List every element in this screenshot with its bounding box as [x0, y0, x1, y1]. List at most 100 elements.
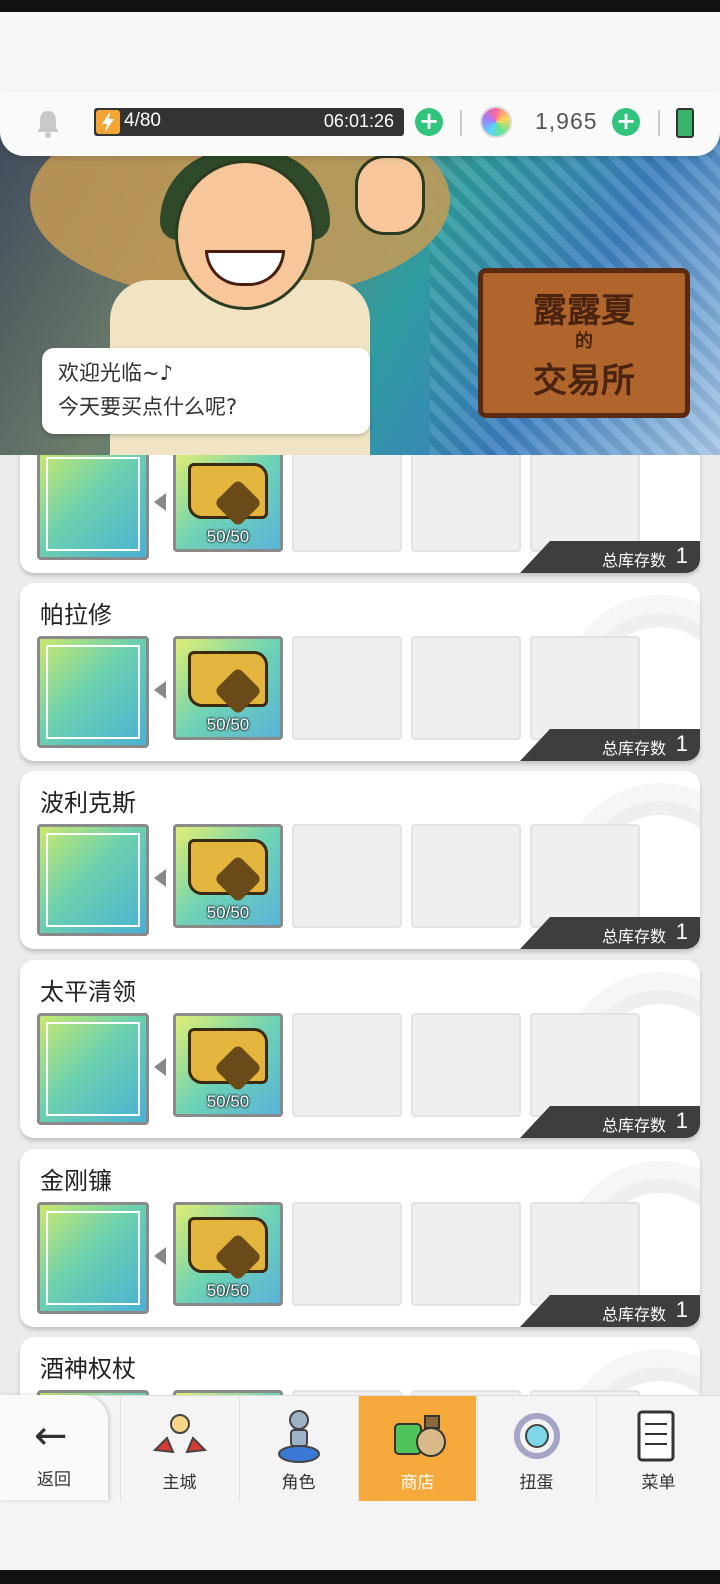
back-button[interactable]: ← 返回 [0, 1395, 108, 1500]
divider [460, 110, 462, 136]
stock-count: 1 [675, 1108, 688, 1133]
material-slot[interactable]: 50/50 [173, 455, 283, 552]
material-slot[interactable]: 50/50 [173, 1013, 283, 1117]
nav-shop[interactable]: 商店 [358, 1396, 476, 1501]
halberd-item-icon[interactable] [37, 636, 149, 748]
speech-line-1: 欢迎光临~♪ [58, 361, 173, 385]
add-gems-button[interactable]: + [612, 108, 640, 136]
gauntlet-item-icon[interactable] [37, 824, 149, 936]
empty-material-slot [411, 636, 521, 740]
resource-bar: 4/80 06:01:26 + 1,965 + [0, 92, 720, 156]
list-item[interactable]: 帕拉修 50/50 总库存数 1 [20, 583, 700, 761]
gem-count: 1,965 [535, 108, 598, 134]
material-count: 50/50 [206, 903, 250, 922]
stock-label: 总库存数 [601, 1116, 666, 1135]
arrow-left-icon [154, 1058, 166, 1076]
nav-label: 扭蛋 [519, 1473, 554, 1493]
nav-label: 菜单 [641, 1473, 676, 1493]
battery-icon [676, 108, 694, 138]
screen: 露露夏 的 交易所 欢迎光临~♪ 今天要买点什么呢? 4/80 06:01:26… [0, 0, 720, 1584]
scythe-item-icon[interactable] [37, 1202, 149, 1314]
scroll-item-icon[interactable] [37, 1013, 149, 1125]
add-energy-button[interactable]: + [415, 108, 443, 136]
sign-title-middle: 的 [575, 331, 593, 352]
system-status-strip [0, 0, 720, 12]
character-face [175, 160, 315, 310]
stock-count: 1 [675, 731, 688, 756]
stock-bar: 总库存数 1 [520, 541, 700, 573]
empty-material-slot [530, 824, 640, 928]
scroll-icon [188, 651, 268, 716]
list-item[interactable]: 金刚镰 50/50 总库存数 1 [20, 1149, 700, 1327]
nav-label: 主城 [162, 1473, 197, 1493]
character-waving-hand [355, 155, 425, 235]
stock-label: 总库存数 [601, 927, 666, 946]
nav-label: 角色 [281, 1473, 316, 1493]
castle-icon [152, 1414, 208, 1454]
character-icon [278, 1410, 320, 1463]
list-item[interactable]: 太平清领 50/50 总库存数 1 [20, 960, 700, 1138]
empty-material-slot [530, 455, 640, 552]
menu-list-icon [637, 1410, 675, 1462]
empty-material-slot [292, 455, 402, 552]
stock-bar: 总库存数 1 [520, 729, 700, 761]
bell-icon[interactable] [34, 108, 62, 138]
lightning-icon [96, 110, 120, 134]
item-name: 酒神权杖 [40, 1355, 136, 1383]
scroll-icon [188, 463, 268, 528]
empty-material-slot [411, 824, 521, 928]
material-count: 50/50 [206, 1092, 250, 1111]
nav-label: 商店 [400, 1473, 435, 1493]
crossbow-item-icon[interactable] [37, 455, 149, 560]
arrow-left-icon [154, 1247, 166, 1265]
speech-line-2: 今天要买点什么呢? [58, 395, 238, 419]
stock-label: 总库存数 [601, 739, 666, 758]
back-label: 返回 [37, 1470, 71, 1490]
empty-material-slot [292, 636, 402, 740]
empty-material-slot [292, 824, 402, 928]
list-item[interactable]: 酒神权杖 [20, 1337, 700, 1395]
gacha-icon [514, 1413, 560, 1459]
nav-main-city[interactable]: 主城 [120, 1396, 238, 1501]
nav-menu[interactable]: 菜单 [596, 1396, 720, 1501]
stock-count: 1 [675, 543, 688, 568]
exchange-item-list[interactable]: 50/50 总库存数 1 帕拉修 50/50 总库存数 1 波利克斯 50/50… [0, 455, 720, 1395]
nav-gacha[interactable]: 扭蛋 [477, 1396, 595, 1501]
sign-title-bottom: 交易所 [533, 361, 635, 401]
arrow-left-icon [154, 681, 166, 699]
arrow-left-icon: ← [34, 1413, 68, 1459]
energy-meter: 4/80 06:01:26 [94, 108, 404, 136]
material-count: 50/50 [206, 715, 250, 734]
stock-bar: 总库存数 1 [520, 917, 700, 949]
gem-icon [480, 106, 512, 138]
stock-label: 总库存数 [601, 551, 666, 570]
stock-count: 1 [675, 1297, 688, 1322]
bottom-safe-area [0, 1500, 720, 1570]
npc-speech-bubble: 欢迎光临~♪ 今天要买点什么呢? [42, 348, 370, 434]
empty-material-slot [292, 1013, 402, 1117]
list-item[interactable]: 50/50 总库存数 1 [20, 455, 700, 573]
material-slot[interactable]: 50/50 [173, 824, 283, 928]
item-name: 帕拉修 [40, 601, 112, 629]
scroll-icon [188, 1217, 268, 1282]
list-item[interactable]: 波利克斯 50/50 总库存数 1 [20, 771, 700, 949]
item-name: 金刚镰 [40, 1167, 112, 1195]
empty-material-slot [292, 1202, 402, 1306]
stock-bar: 总库存数 1 [520, 1295, 700, 1327]
shop-icon [394, 1415, 446, 1457]
stock-bar: 总库存数 1 [520, 1106, 700, 1138]
divider [658, 110, 660, 136]
scroll-icon [188, 1028, 268, 1093]
material-count: 50/50 [206, 527, 250, 546]
empty-material-slot [411, 1013, 521, 1117]
material-count: 50/50 [206, 1281, 250, 1300]
material-slot[interactable]: 50/50 [173, 1202, 283, 1306]
empty-material-slot [411, 455, 521, 552]
empty-material-slot [530, 1013, 640, 1117]
energy-count: 4/80 [124, 110, 161, 131]
material-slot[interactable]: 50/50 [173, 636, 283, 740]
item-name: 波利克斯 [40, 789, 136, 817]
nav-character[interactable]: 角色 [239, 1396, 357, 1501]
empty-material-slot [530, 636, 640, 740]
arrow-left-icon [154, 869, 166, 887]
